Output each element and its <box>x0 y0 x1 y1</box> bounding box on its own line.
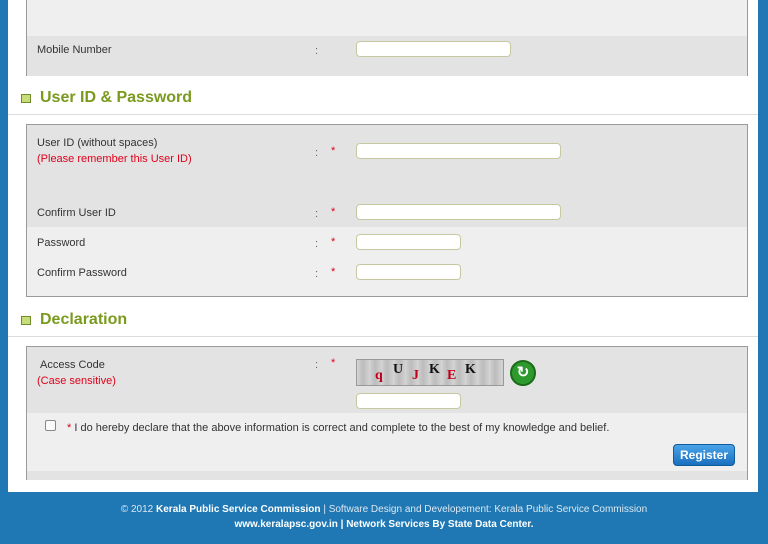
user-id-label: User ID (without spaces) <box>37 137 158 149</box>
registration-page: Mobile Number : User ID & Password User … <box>8 0 758 492</box>
captcha-char: E <box>447 368 457 383</box>
user-section-title: User ID & Password <box>40 89 193 106</box>
password-label: Password <box>37 237 86 249</box>
declaration-section-header: Declaration <box>8 306 758 337</box>
user-section-header: User ID & Password <box>8 84 758 115</box>
footer-network-credit: | Network Services By State Data Center. <box>340 519 534 530</box>
captcha-char: K <box>465 362 476 377</box>
captcha-char: K <box>429 362 440 377</box>
password-required-mark: * <box>331 236 336 248</box>
user-id-password-panel: User ID (without spaces) (Please remembe… <box>26 124 748 297</box>
mobile-number-input[interactable] <box>356 41 511 57</box>
confirm-password-input[interactable] <box>356 264 461 280</box>
refresh-icon[interactable]: ↻ <box>510 360 536 386</box>
footer-org-name: Kerala Public Service Commission <box>156 504 321 515</box>
register-stripe <box>27 471 747 480</box>
confirm-user-id-separator: : <box>315 208 319 220</box>
captcha-char: J <box>412 368 419 383</box>
confirm-user-id-input[interactable] <box>356 204 561 220</box>
access-code-note: (Case sensitive) <box>37 375 116 387</box>
declaration-required-mark: * <box>67 422 72 434</box>
captcha-image: q U J K E K <box>356 359 504 386</box>
declaration-checkbox[interactable] <box>45 420 56 431</box>
footer-line-2: www.keralapsc.gov.in | Network Services … <box>0 519 768 530</box>
password-separator: : <box>315 238 319 250</box>
register-button[interactable]: Register <box>673 444 735 466</box>
section-square-icon <box>21 316 31 325</box>
access-code-label: Access Code <box>40 359 105 371</box>
footer: © 2012 Kerala Public Service Commission … <box>0 492 768 544</box>
access-code-required-mark: * <box>331 357 336 369</box>
footer-website[interactable]: www.keralapsc.gov.in <box>234 519 337 530</box>
captcha-char: U <box>393 362 404 377</box>
confirm-password-separator: : <box>315 268 319 280</box>
captcha-char: q <box>375 368 383 383</box>
access-code-separator: : <box>315 359 319 371</box>
confirm-user-id-required-mark: * <box>331 206 336 218</box>
confirm-user-id-label: Confirm User ID <box>37 207 116 219</box>
user-id-note: (Please remember this User ID) <box>37 153 192 165</box>
footer-design-credit: | Software Design and Developement: Kera… <box>323 504 648 515</box>
declaration-panel: Access Code (Case sensitive) : * q U J K… <box>26 346 748 480</box>
confirm-password-label: Confirm Password <box>37 267 127 279</box>
password-input[interactable] <box>356 234 461 250</box>
user-id-required-mark: * <box>331 145 336 157</box>
mobile-separator: : <box>315 45 319 57</box>
section-square-icon <box>21 94 31 103</box>
declaration-statement: I do hereby declare that the above infor… <box>74 422 610 434</box>
contact-panel: Mobile Number : <box>26 0 748 76</box>
footer-copyright: © 2012 <box>120 504 154 515</box>
footer-line-1: © 2012 Kerala Public Service Commission … <box>0 504 768 515</box>
access-code-input[interactable] <box>356 393 461 409</box>
user-id-input[interactable] <box>356 143 561 159</box>
user-id-separator: : <box>315 147 319 159</box>
confirm-password-required-mark: * <box>331 266 336 278</box>
mobile-number-label: Mobile Number <box>37 44 112 56</box>
declaration-section-title: Declaration <box>40 311 128 328</box>
declaration-text: * I do hereby declare that the above inf… <box>67 422 609 434</box>
